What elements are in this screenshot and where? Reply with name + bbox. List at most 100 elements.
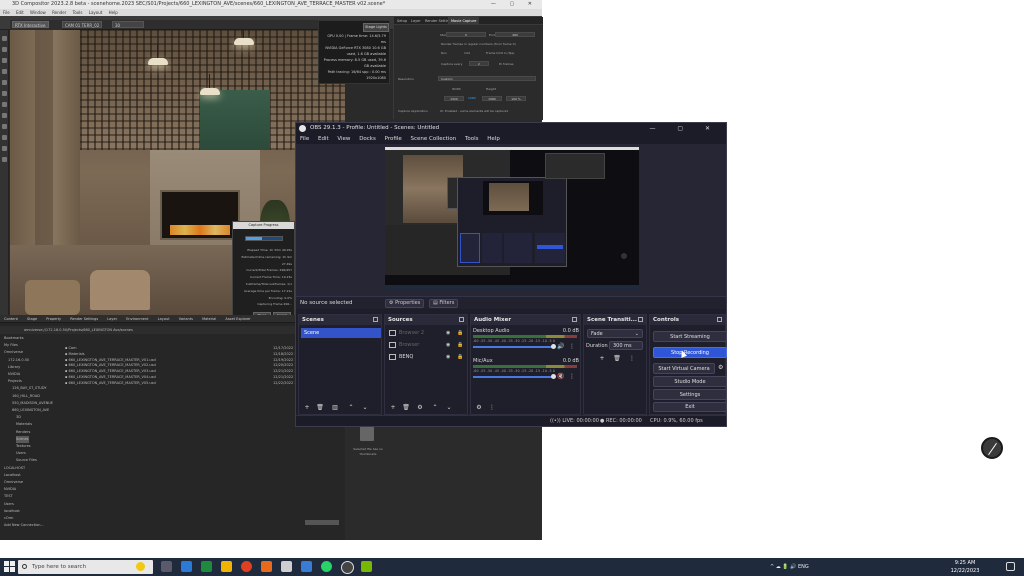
tree-item[interactable]: Renders	[4, 429, 62, 436]
edge-icon[interactable]	[181, 561, 192, 572]
studio-mode-button[interactable]: Studio Mode	[653, 376, 727, 387]
tree-item[interactable]: TEST	[4, 493, 62, 500]
taskbar-search-box[interactable]: Type here to search	[18, 560, 153, 574]
measure-tool-icon[interactable]	[2, 135, 7, 140]
height-field[interactable]: 1080	[482, 96, 502, 101]
tab-content[interactable]: Content	[4, 317, 18, 321]
add-icon[interactable]: +	[598, 355, 606, 363]
tab-property[interactable]: Property	[46, 317, 61, 321]
outlook-icon[interactable]	[301, 561, 312, 572]
fps-field[interactable]: 30	[112, 21, 144, 28]
menu-edit[interactable]: Edit	[16, 10, 24, 15]
menu-window[interactable]: Window	[30, 10, 46, 15]
link-aspect-value[interactable]: 1080	[468, 96, 476, 100]
tab-layout[interactable]: Layout	[158, 317, 170, 321]
move-tool-icon[interactable]	[2, 47, 7, 52]
tab-asset-explorer[interactable]: Asset Explorer	[225, 317, 250, 321]
tree-item[interactable]: Users	[4, 501, 62, 508]
snap-tool-icon[interactable]	[2, 80, 7, 85]
move-up-icon[interactable]: ⌃	[347, 404, 355, 412]
run-option[interactable]: Run	[441, 51, 447, 55]
lock-icon[interactable]: 🔒	[457, 352, 463, 362]
tab-variants[interactable]: Variants	[179, 317, 193, 321]
scale-tool-icon[interactable]	[2, 69, 7, 74]
move-down-icon[interactable]: ⌄	[361, 404, 369, 412]
properties-button[interactable]: ⚙ Properties	[385, 299, 425, 308]
tab-movie-capture[interactable]: Movie Capture	[448, 17, 480, 25]
tree-item[interactable]: Bookmarks	[4, 335, 62, 342]
visibility-icon[interactable]: ◉	[446, 352, 450, 362]
undock-icon[interactable]	[572, 317, 577, 322]
obs-menu-help[interactable]: Help	[487, 136, 500, 142]
filters-button[interactable]: ▤ Filters	[429, 299, 459, 308]
tree-item[interactable]: 126_BAY_ST_STUDY	[4, 385, 62, 392]
tree-item[interactable]: Omniverse	[4, 349, 62, 356]
gear-icon[interactable]: ⚙	[416, 404, 424, 412]
virtual-camera-settings-icon[interactable]: ⚙	[718, 364, 723, 371]
pause-tool-icon[interactable]	[2, 124, 7, 129]
more-options-icon[interactable]: ⋮	[569, 343, 575, 350]
start-streaming-button[interactable]: Start Streaming	[653, 331, 727, 342]
tree-item[interactable]: LOCALHOST	[4, 465, 62, 472]
taskbar-clock[interactable]: 9:25 AM 12/22/2023	[948, 559, 982, 575]
obs-menu-edit[interactable]: Edit	[318, 136, 329, 142]
transition-type-dropdown[interactable]: Fade ⌄	[587, 329, 643, 338]
notepad-icon[interactable]	[281, 561, 292, 572]
microphone-muted-icon[interactable]: 🔇	[557, 373, 564, 380]
camera-tool-icon[interactable]	[2, 91, 7, 96]
tree-item[interactable]: My Files	[4, 342, 62, 349]
viewport-mode-dropdown[interactable]: RTX Interactive	[12, 21, 49, 28]
tree-item[interactable]: localhost	[4, 508, 62, 515]
compositor-window-controls[interactable]: — ▢ ✕	[491, 0, 538, 9]
capture-app-option[interactable]: UI: Enabled - some elements will be capt…	[440, 109, 508, 113]
volume-slider[interactable]	[473, 374, 556, 379]
duration-field[interactable]: 300 ms	[609, 341, 643, 350]
source-item-benq[interactable]: BENQ ◉ 🔒	[389, 352, 467, 362]
system-tray[interactable]: ^ ☁ 🔋 🔊 ENG	[770, 560, 970, 574]
tree-item[interactable]: Materials	[4, 421, 62, 428]
task-view-icon[interactable]	[161, 561, 172, 572]
move-down-icon[interactable]: ⌄	[445, 404, 453, 412]
more-options-icon[interactable]: ⋮	[488, 404, 496, 412]
exit-button[interactable]: Exit	[653, 402, 727, 412]
tree-item[interactable]: Projects	[4, 378, 62, 385]
tab-layer-lower[interactable]: Layer	[107, 317, 117, 321]
width-field[interactable]: 1920	[444, 96, 464, 101]
tree-item[interactable]: Scenes	[4, 435, 62, 444]
lock-icon[interactable]: 🔒	[457, 328, 463, 338]
add-icon[interactable]: +	[303, 404, 311, 412]
tree-item[interactable]: cOrm	[4, 515, 62, 522]
trash-icon[interactable]: 🗑	[316, 404, 324, 412]
source-item-browser-2[interactable]: Browser 2 ◉ 🔒	[389, 328, 467, 338]
content-path-bar[interactable]: omniverse://172.16.0.50/Projects/660_LEX…	[0, 326, 345, 334]
visibility-icon[interactable]: ◉	[446, 328, 450, 338]
menu-file[interactable]: File	[3, 10, 10, 15]
paint-tool-icon[interactable]	[2, 146, 7, 151]
tree-item[interactable]: NVIDIA	[4, 486, 62, 493]
tree-item[interactable]: Textures	[4, 443, 62, 450]
undock-icon[interactable]	[717, 317, 722, 322]
h-app-icon[interactable]	[261, 561, 272, 572]
move-up-icon[interactable]: ⌃	[431, 404, 439, 412]
tree-item[interactable]: Library	[4, 364, 62, 371]
volume-slider[interactable]	[473, 344, 556, 349]
trash-icon[interactable]: 🗑	[613, 355, 621, 363]
start-frame-field[interactable]: 0	[446, 32, 486, 37]
more-tool-icon[interactable]	[2, 157, 7, 162]
capture-every-field[interactable]: 2	[469, 61, 489, 66]
more-options-icon[interactable]: ⋮	[628, 355, 636, 363]
select-tool-icon[interactable]	[2, 36, 7, 41]
start-virtual-camera-button[interactable]: Start Virtual Camera	[653, 363, 715, 374]
horizontal-scrollbar[interactable]	[305, 520, 339, 525]
settings-button[interactable]: Settings	[653, 389, 727, 400]
tree-item[interactable]: Source Files	[4, 457, 62, 464]
weather-icon[interactable]	[136, 562, 145, 571]
tree-item[interactable]: Localhost	[4, 472, 62, 479]
stop-recording-button[interactable]: Stop Recording	[653, 347, 727, 358]
camera-dropdown[interactable]: CAM 01 TERR_02	[62, 21, 103, 28]
obs-menu-view[interactable]: View	[337, 136, 350, 142]
tab-material[interactable]: Material	[202, 317, 216, 321]
undock-icon[interactable]	[373, 317, 378, 322]
resolution-dropdown[interactable]: Custom	[438, 76, 536, 81]
scene-list-item[interactable]: Scene	[301, 328, 381, 338]
